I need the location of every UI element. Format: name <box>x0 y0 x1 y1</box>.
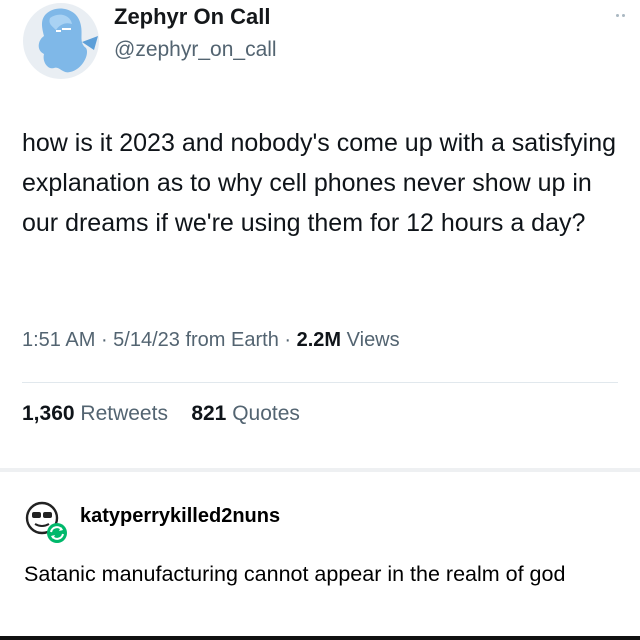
reply-text: Satanic manufacturing cannot appear in t… <box>24 562 566 586</box>
more-options-icon[interactable] <box>616 12 630 18</box>
tweet-text: how is it 2023 and nobody's come up with… <box>22 129 617 237</box>
ghost-avatar-icon[interactable] <box>20 0 102 82</box>
reblog-icon <box>47 523 67 543</box>
quotes-count[interactable]: 821 <box>191 402 226 425</box>
divider <box>22 382 618 383</box>
tweet-meta: 1:51 AM · 5/14/23 from Earth · 2.2M View… <box>22 329 400 351</box>
tweet-time[interactable]: 1:51 AM <box>22 329 95 351</box>
tweet-source: from Earth <box>185 329 279 351</box>
retweets-label[interactable]: Retweets <box>80 402 168 425</box>
tweet-date[interactable]: 5/14/23 <box>113 329 180 351</box>
tweet-card: Zephyr On Call @zephyr_on_call how is it… <box>0 0 640 470</box>
user-handle[interactable]: @zephyr_on_call <box>114 38 277 62</box>
reply-username[interactable]: katyperrykilled2nuns <box>80 505 280 528</box>
quotes-label[interactable]: Quotes <box>232 402 300 425</box>
reply-post: katyperrykilled2nuns Satanic manufacturi… <box>0 472 640 640</box>
bottom-edge-bar <box>0 636 640 640</box>
sunglasses-face-avatar-icon[interactable] <box>24 500 68 544</box>
tweet-stats: 1,360 Retweets 821 Quotes <box>22 402 300 426</box>
retweets-count[interactable]: 1,360 <box>22 402 75 425</box>
views-count: 2.2M <box>296 329 342 351</box>
display-name[interactable]: Zephyr On Call <box>114 4 270 30</box>
views-label: Views <box>346 329 400 351</box>
